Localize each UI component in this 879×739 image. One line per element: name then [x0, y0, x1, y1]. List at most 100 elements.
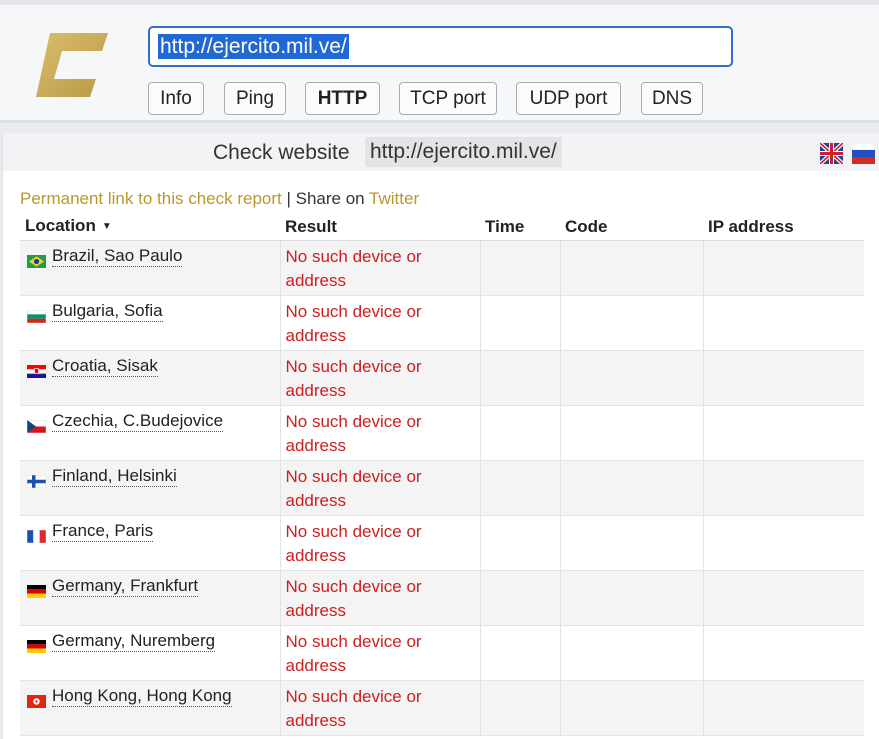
location-cell: France, Paris [20, 515, 280, 571]
time-cell [479, 240, 560, 296]
time-cell [479, 295, 560, 351]
tab-ping[interactable]: Ping [224, 82, 286, 115]
site-logo-icon[interactable] [36, 31, 110, 99]
time-cell [479, 460, 560, 516]
tab-tcp-port[interactable]: TCP port [399, 82, 497, 115]
ip-address-cell [702, 515, 864, 571]
ip-address-cell [702, 625, 864, 681]
location-name[interactable]: Croatia, Sisak [52, 355, 158, 377]
header-time: Time [480, 213, 560, 241]
tab-dns[interactable]: DNS [641, 82, 703, 115]
russian-language-flag-icon[interactable] [852, 143, 875, 164]
table-row: Brazil, Sao Paulo No such device or addre… [20, 240, 864, 296]
table-header-row: Location ▼ Result Time Code IP address [20, 213, 864, 241]
table-row: Czechia, C.Budejovice No such device or a… [20, 405, 864, 461]
code-cell [559, 515, 703, 571]
location-cell: Bulgaria, Sofia [20, 295, 280, 351]
time-cell [479, 405, 560, 461]
france-flag-icon [26, 526, 47, 544]
result-cell: No such device or address [279, 570, 480, 626]
bulgaria-flag-icon [26, 306, 47, 324]
results-table: Location ▼ Result Time Code IP address Br… [20, 213, 864, 736]
location-cell: Brazil, Sao Paulo [20, 240, 280, 296]
report-links: Permanent link to this check report | Sh… [20, 188, 419, 210]
location-name[interactable]: France, Paris [52, 520, 154, 542]
url-input[interactable]: http://ejercito.mil.ve/ [148, 26, 733, 67]
time-cell [479, 680, 560, 736]
code-cell [559, 350, 703, 406]
location-name[interactable]: Hong Kong, Hong Kong [52, 685, 232, 707]
ip-address-cell [702, 405, 864, 461]
table-row: Germany, Frankfurt No such device or addr… [20, 570, 864, 626]
location-name[interactable]: Germany, Frankfurt [52, 575, 199, 597]
germany-flag-icon [27, 636, 46, 653]
table-row: Hong Kong, Hong Kong No such device or ad… [20, 680, 864, 736]
ip-address-cell [702, 295, 864, 351]
ip-address-cell [702, 240, 864, 296]
location-cell: Hong Kong, Hong Kong [20, 680, 280, 736]
code-cell [559, 405, 703, 461]
result-cell: No such device or address [279, 295, 480, 351]
tab-info[interactable]: Info [148, 82, 204, 115]
code-cell [559, 625, 703, 681]
check-website-label: Check website [213, 141, 350, 164]
ip-address-cell [702, 350, 864, 406]
time-cell [479, 625, 560, 681]
share-label: Share on [295, 189, 365, 208]
czechia-flag-icon [26, 416, 47, 434]
header-code: Code [560, 213, 703, 241]
result-cell: No such device or address [279, 240, 480, 296]
result-cell: No such device or address [279, 515, 480, 571]
tab-http[interactable]: HTTP [305, 82, 380, 115]
location-cell: Croatia, Sisak [20, 350, 280, 406]
header-ip-address: IP address [703, 213, 864, 241]
ip-address-cell [702, 570, 864, 626]
time-cell [479, 570, 560, 626]
location-cell: Germany, Frankfurt [20, 570, 280, 626]
tab-udp-port[interactable]: UDP port [516, 82, 621, 115]
croatia-flag-icon [27, 361, 46, 378]
header-result: Result [280, 213, 480, 241]
result-cell: No such device or address [279, 350, 480, 406]
ip-address-cell [702, 680, 864, 736]
table-row: Bulgaria, Sofia No such device or address [20, 295, 864, 351]
header-location[interactable]: Location ▼ [20, 213, 280, 241]
twitter-share-link[interactable]: Twitter [369, 189, 419, 208]
finland-flag-icon [26, 471, 47, 489]
result-cell: No such device or address [279, 625, 480, 681]
time-cell [479, 350, 560, 406]
result-cell: No such device or address [279, 405, 480, 461]
location-cell: Finland, Helsinki [20, 460, 280, 516]
code-cell [559, 570, 703, 626]
code-cell [559, 460, 703, 516]
germany-flag-icon [27, 581, 46, 598]
location-cell: Germany, Nuremberg [20, 625, 280, 681]
code-cell [559, 680, 703, 736]
table-row: France, Paris No such device or address [20, 515, 864, 571]
location-name[interactable]: Finland, Helsinki [52, 465, 177, 487]
time-cell [479, 515, 560, 571]
english-language-flag-icon[interactable] [820, 143, 843, 164]
results-panel: Check website http://ejercito.mil.ve/ Pe… [2, 133, 879, 739]
table-row: Finland, Helsinki No such device or addre… [20, 460, 864, 516]
result-cell: No such device or address [279, 460, 480, 516]
sort-down-icon[interactable]: ▼ [102, 221, 112, 232]
code-cell [559, 240, 703, 296]
location-name[interactable]: Brazil, Sao Paulo [52, 245, 183, 267]
checked-url: http://ejercito.mil.ve/ [365, 137, 562, 167]
panel-header: Check website http://ejercito.mil.ve/ [3, 133, 879, 171]
location-cell: Czechia, C.Budejovice [20, 405, 280, 461]
links-separator: | [286, 189, 291, 208]
code-cell [559, 295, 703, 351]
permalink-link[interactable]: Permanent link to this check report [20, 189, 282, 208]
table-row: Croatia, Sisak No such device or address [20, 350, 864, 406]
url-input-value: http://ejercito.mil.ve/ [158, 34, 349, 59]
ip-address-cell [702, 460, 864, 516]
top-bar: http://ejercito.mil.ve/ Info Ping HTTP T… [0, 0, 879, 123]
hong-kong-flag-icon [27, 691, 46, 708]
location-name[interactable]: Czechia, C.Budejovice [52, 410, 224, 432]
brazil-flag-icon [27, 251, 46, 268]
location-name[interactable]: Germany, Nuremberg [52, 630, 216, 652]
table-row: Germany, Nuremberg No such device or addr… [20, 625, 864, 681]
location-name[interactable]: Bulgaria, Sofia [52, 300, 163, 322]
